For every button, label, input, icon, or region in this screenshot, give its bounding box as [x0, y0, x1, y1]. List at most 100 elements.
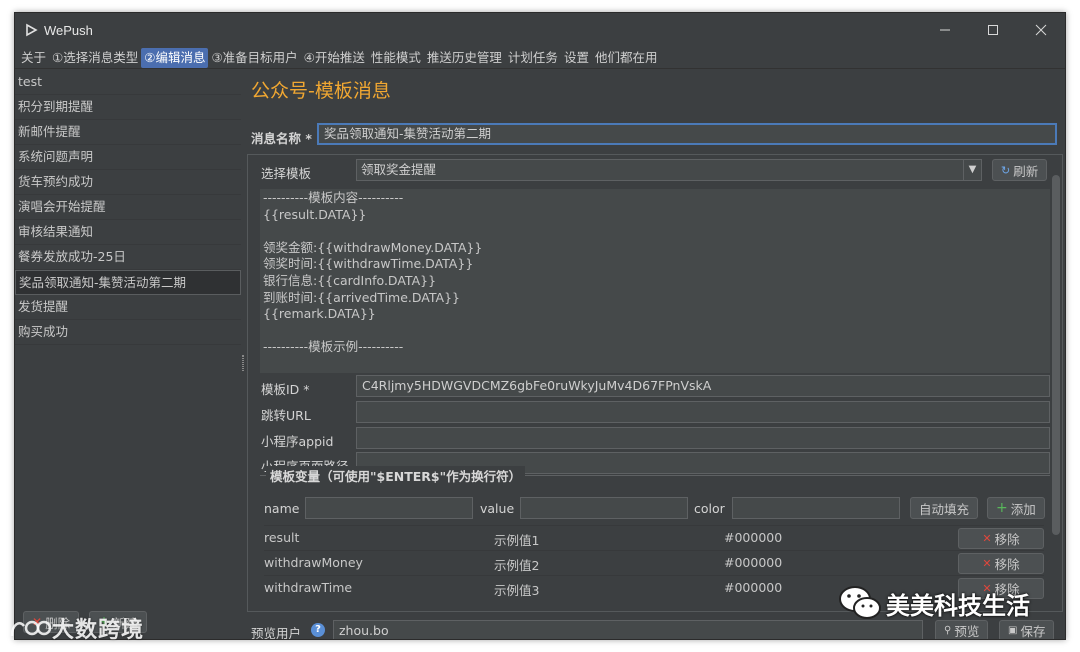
- miniapp-appid-input[interactable]: [356, 427, 1050, 449]
- menu-bar: 关于 ①选择消息类型 ②编辑消息 ③准备目标用户 ④开始推送 性能模式 推送历史…: [15, 47, 1065, 69]
- menu-users-list[interactable]: 他们都在用: [592, 48, 661, 68]
- var-cell-color: #000000: [724, 580, 783, 595]
- refresh-icon: ↻: [1001, 163, 1011, 177]
- template-line: 到账时间:{{arrivedTime.DATA}}: [263, 289, 461, 305]
- template-line: 银行信息:{{cardInfo.DATA}}: [263, 272, 437, 288]
- list-item[interactable]: 货车预约成功: [15, 170, 241, 195]
- app-logo-icon: [24, 23, 38, 37]
- message-name-input[interactable]: 奖品领取通知-集赞活动第二期: [317, 123, 1057, 145]
- add-label: 添加: [1010, 501, 1036, 517]
- maximize-icon: [988, 25, 998, 35]
- window-title: WePush: [44, 22, 93, 38]
- preview-bar: 预览用户 ? zhou.bo ⚲ 预览 ▣ 保存: [247, 620, 1065, 640]
- refresh-button[interactable]: ↻ 刷新: [992, 159, 1048, 181]
- message-name-label: 消息名称 *: [251, 131, 312, 146]
- preview-user-label: 预览用户: [251, 626, 302, 640]
- menu-performance[interactable]: 性能模式: [368, 48, 424, 68]
- chevron-down-icon: ▼: [963, 160, 981, 180]
- watermark-left: 大数跨境: [8, 612, 144, 644]
- template-line: {{remark.DATA}}: [263, 306, 376, 322]
- autofill-button[interactable]: 自动填充: [910, 497, 979, 519]
- wechat-icon: [839, 586, 881, 619]
- var-cell-value: 示例值3: [494, 583, 540, 598]
- template-select[interactable]: 领取奖金提醒 ▼: [356, 159, 982, 181]
- menu-history[interactable]: 推送历史管理: [424, 48, 505, 68]
- maximize-button[interactable]: [969, 13, 1017, 47]
- jump-url-label: 跳转URL: [261, 408, 311, 423]
- save-label: 保存: [1020, 624, 1046, 639]
- add-variable-button[interactable]: + 添加: [987, 497, 1045, 519]
- list-item[interactable]: test: [15, 70, 241, 95]
- preview-user-input[interactable]: zhou.bo: [333, 620, 923, 639]
- template-line: 领奖时间:{{withdrawTime.DATA}}: [263, 256, 474, 272]
- template-line: 领奖金额:{{withdrawMoney.DATA}}: [263, 239, 483, 255]
- template-panel: 选择模板 领取奖金提醒 ▼ ↻ 刷新 ----------模板内容-------…: [247, 154, 1063, 612]
- remove-label: 移除: [994, 532, 1020, 547]
- minimize-button[interactable]: [921, 13, 969, 47]
- remove-icon: ✕: [982, 557, 992, 570]
- remove-button[interactable]: ✕ 移除: [958, 528, 1044, 549]
- list-item[interactable]: 发货提醒: [15, 295, 241, 320]
- help-icon[interactable]: ?: [311, 623, 325, 637]
- watermark-right: 美美科技生活: [838, 584, 1030, 622]
- save-icon: ▣: [1008, 625, 1018, 636]
- close-icon: [1035, 24, 1047, 36]
- list-item[interactable]: 餐券发放成功-25日: [15, 245, 241, 270]
- variables-title: 模板变量（可使用"$ENTER$"作为换行符）: [266, 466, 526, 485]
- title-bar: WePush: [15, 13, 1065, 47]
- jump-url-input[interactable]: [356, 401, 1050, 423]
- list-item[interactable]: 购买成功: [15, 320, 241, 345]
- var-value-input[interactable]: [520, 497, 688, 519]
- var-cell-name: withdrawMoney: [264, 555, 363, 570]
- template-line: ----------模板示例----------: [263, 339, 404, 355]
- var-name-label: name: [264, 501, 300, 516]
- template-line: {{result.DATA}}: [263, 206, 367, 222]
- splitter-grip-icon[interactable]: [242, 355, 244, 371]
- var-name-input[interactable]: [305, 497, 473, 519]
- var-cell-value: 示例值1: [494, 533, 540, 548]
- var-cell-name: withdrawTime: [264, 580, 353, 595]
- menu-about[interactable]: 关于: [18, 48, 49, 68]
- table-row[interactable]: result 示例值1 #000000 ✕ 移除: [264, 525, 1044, 550]
- menu-select-type[interactable]: ①选择消息类型: [49, 48, 141, 68]
- save-button[interactable]: ▣ 保存: [999, 620, 1055, 639]
- list-item[interactable]: 审核结果通知: [15, 220, 241, 245]
- template-id-input[interactable]: C4Rljmy5HDWGVDCMZ6gbFe0ruWkyJuMv4D67FPnV…: [356, 375, 1050, 397]
- app-window: WePush 关于 ①选择消息类型 ②编辑消息 ③准备目标用户 ④开始推送 性能…: [14, 12, 1066, 640]
- var-color-input[interactable]: [732, 497, 900, 519]
- watermark-logo-icon: [10, 620, 52, 637]
- menu-edit-message[interactable]: ②编辑消息: [141, 47, 209, 68]
- minimize-icon: [940, 29, 950, 31]
- var-cell-value: 示例值2: [494, 558, 540, 573]
- var-color-label: color: [694, 501, 725, 516]
- search-icon: ⚲: [944, 625, 952, 636]
- menu-target-users[interactable]: ③准备目标用户: [208, 48, 300, 68]
- list-item[interactable]: 系统问题声明: [15, 145, 241, 170]
- miniapp-appid-label: 小程序appid: [261, 434, 334, 449]
- menu-settings[interactable]: 设置: [561, 48, 592, 68]
- template-line: [263, 223, 1047, 240]
- template-content-area[interactable]: ----------模板内容---------- {{result.DATA}}…: [260, 189, 1050, 373]
- var-cell-color: #000000: [724, 555, 783, 570]
- preview-button[interactable]: ⚲ 预览: [935, 620, 989, 639]
- list-item-selected[interactable]: 奖品领取通知-集赞活动第二期: [15, 270, 241, 295]
- menu-schedule[interactable]: 计划任务: [505, 48, 561, 68]
- editor-panel: 公众号-模板消息 消息名称 * 奖品领取通知-集赞活动第二期 选择模板 领取奖金…: [247, 70, 1065, 640]
- template-id-label: 模板ID *: [261, 382, 310, 397]
- remove-button[interactable]: ✕ 移除: [958, 553, 1044, 574]
- close-button[interactable]: [1017, 13, 1065, 47]
- list-item[interactable]: 新邮件提醒: [15, 120, 241, 145]
- var-value-label: value: [480, 501, 515, 516]
- remove-icon: ✕: [982, 532, 992, 545]
- watermark-left-text: 大数跨境: [52, 618, 145, 643]
- watermark-right-text: 美美科技生活: [886, 591, 1030, 620]
- list-item[interactable]: 积分到期提醒: [15, 95, 241, 120]
- menu-start-push[interactable]: ④开始推送: [301, 48, 368, 68]
- template-select-value: 领取奖金提醒: [361, 162, 437, 177]
- table-row[interactable]: withdrawMoney 示例值2 #000000 ✕ 移除: [264, 550, 1044, 575]
- template-line: [263, 323, 1047, 340]
- preview-label: 预览: [954, 624, 980, 639]
- page-title: 公众号-模板消息: [251, 80, 391, 102]
- vertical-scrollbar[interactable]: [1052, 175, 1060, 535]
- list-item[interactable]: 演唱会开始提醒: [15, 195, 241, 220]
